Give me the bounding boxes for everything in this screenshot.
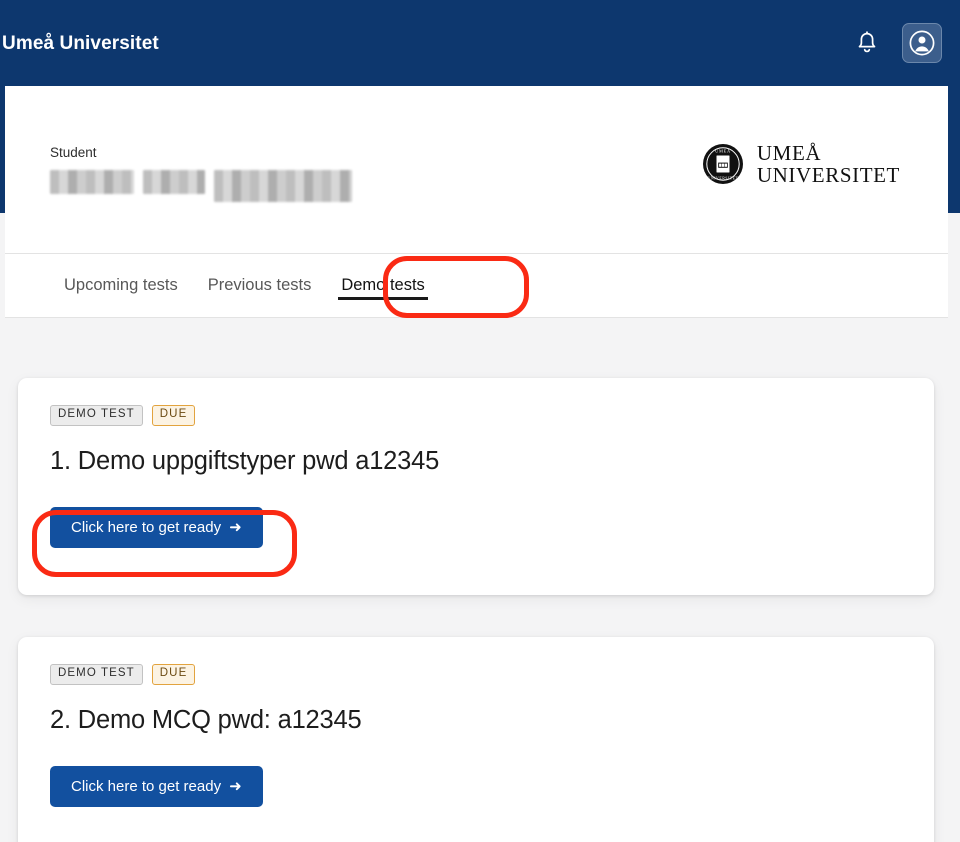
test-title: 1. Demo uppgiftstyper pwd a12345 <box>50 446 440 475</box>
svg-text:UMEÅ: UMEÅ <box>715 149 731 154</box>
badge-due: DUE <box>151 664 196 685</box>
test-card-badges: DEMO TEST DUE <box>50 405 934 426</box>
badge-demo-test: DEMO TEST <box>50 664 143 685</box>
top-navigation-bar: Umeå Universitet <box>0 0 960 86</box>
account-avatar-button[interactable] <box>902 23 942 63</box>
university-logo: UMEÅ UNIVERSITET UMEÅ UNIVERSITET <box>702 142 900 186</box>
redaction-block <box>50 169 134 194</box>
redaction-block <box>143 169 205 194</box>
svg-text:UNIVERSITET: UNIVERSITET <box>708 176 739 180</box>
get-ready-button[interactable]: Click here to get ready ➜ <box>50 765 263 807</box>
arrow-right-icon: ➜ <box>229 777 242 795</box>
badge-demo-test: DEMO TEST <box>50 405 143 426</box>
get-ready-button-label: Click here to get ready <box>71 777 222 795</box>
notifications-button[interactable] <box>850 26 884 60</box>
test-title: 2. Demo MCQ pwd: a12345 <box>50 705 362 734</box>
student-name-redacted <box>50 169 352 202</box>
tab-previous-tests[interactable]: Previous tests <box>193 253 327 318</box>
student-info: Student <box>50 146 352 202</box>
wordmark-line-1: UMEÅ <box>756 141 822 165</box>
get-ready-button[interactable]: Click here to get ready ➜ <box>50 506 263 548</box>
brand-title: Umeå Universitet <box>2 32 159 54</box>
arrow-right-icon: ➜ <box>229 518 242 536</box>
test-card[interactable]: DEMO TEST DUE 1. Demo uppgiftstyper pwd … <box>18 378 934 595</box>
university-wordmark: UMEÅ UNIVERSITET <box>757 142 900 186</box>
tab-demo-tests[interactable]: Demo tests <box>326 253 439 318</box>
tab-bar: Upcoming tests Previous tests Demo tests <box>5 253 948 318</box>
test-list-region: DEMO TEST DUE 1. Demo uppgiftstyper pwd … <box>0 318 960 842</box>
test-card[interactable]: DEMO TEST DUE 2. Demo MCQ pwd: a12345 Cl… <box>18 637 934 842</box>
navy-rail-right <box>948 86 960 213</box>
student-header-card: Student UMEÅ UNIVERSITET UMEÅ UNIVERSITE… <box>5 86 948 253</box>
test-card-badges: DEMO TEST DUE <box>50 664 934 685</box>
bell-icon <box>858 31 876 53</box>
page-root: Umeå Universitet Student UMEÅ UNIVERSITE… <box>0 0 960 842</box>
badge-due: DUE <box>151 405 196 426</box>
topbar-actions <box>850 23 942 63</box>
user-avatar-icon <box>909 30 935 56</box>
wordmark-line-2: UNIVERSITET <box>756 163 900 188</box>
student-role-label: Student <box>50 145 97 160</box>
tab-upcoming-tests[interactable]: Upcoming tests <box>49 253 193 318</box>
umea-university-seal-icon: UMEÅ UNIVERSITET <box>702 144 743 185</box>
get-ready-button-label: Click here to get ready <box>71 518 222 536</box>
redaction-block <box>214 169 352 202</box>
